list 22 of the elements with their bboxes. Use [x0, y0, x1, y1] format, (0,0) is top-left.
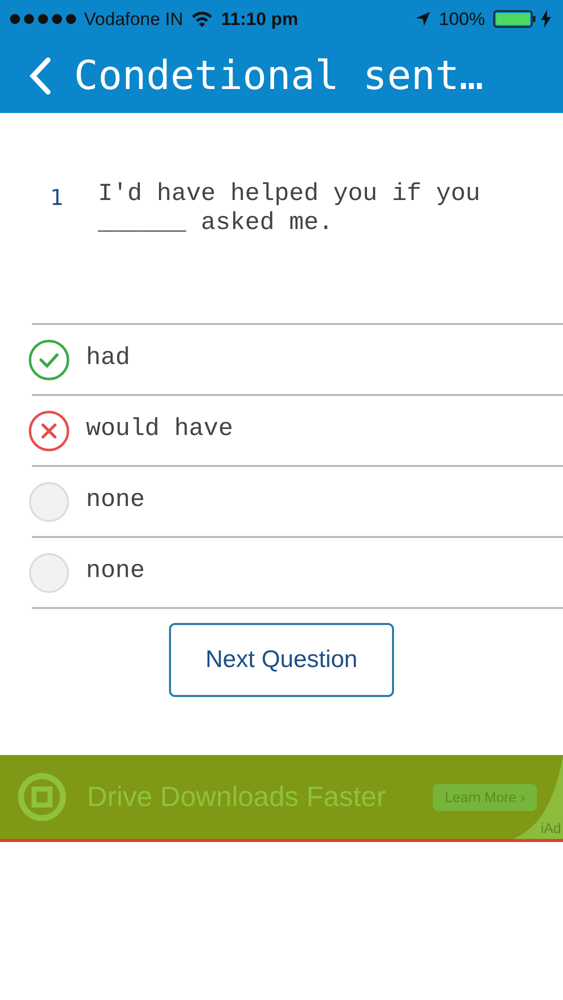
ad-logo-icon — [17, 772, 67, 822]
next-question-button[interactable]: Next Question — [169, 623, 394, 697]
wifi-icon — [191, 11, 214, 27]
option-label[interactable]: would have — [86, 412, 234, 449]
carrier-name: Vodafone IN — [84, 8, 184, 30]
cross-icon[interactable] — [28, 410, 70, 452]
charging-icon — [541, 10, 551, 28]
signal-icon — [10, 14, 76, 24]
check-icon[interactable] — [28, 338, 70, 380]
option-label[interactable]: none — [86, 483, 145, 520]
question-text: I'd have helped you if you ______ asked me. — [98, 180, 482, 238]
battery-icon — [493, 10, 537, 28]
radio-circle[interactable] — [28, 552, 70, 594]
battery-percent: 100% — [438, 8, 485, 30]
option-label[interactable]: none — [86, 554, 145, 591]
status-time: 11:10 pm — [221, 8, 298, 31]
radio-circle[interactable] — [28, 480, 70, 522]
option-label[interactable]: had — [86, 341, 130, 378]
back-icon[interactable] — [28, 56, 52, 94]
page-title: Condetional sent… — [74, 52, 484, 100]
location-icon — [414, 11, 431, 27]
question-number: 1 — [49, 185, 64, 213]
